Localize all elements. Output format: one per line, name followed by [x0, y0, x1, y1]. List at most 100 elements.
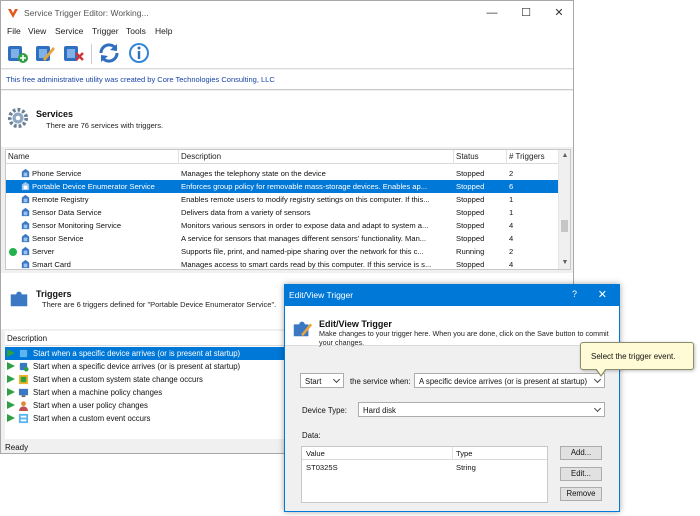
dialog-header: Edit/View Trigger Make changes to your t…	[285, 306, 619, 346]
service-row[interactable]: Sensor Service A service for sensors tha…	[6, 232, 558, 245]
trigger-data-table: Value Type ST0325S String	[301, 446, 548, 503]
column-trigger-description[interactable]: Description	[7, 334, 47, 343]
add-button[interactable]: Add...	[560, 446, 602, 460]
services-scrollbar[interactable]: ▲ ▼	[558, 150, 570, 269]
service-trigger-count: 4	[509, 259, 514, 269]
service-trigger-count: 4	[509, 233, 514, 243]
dialog-close-button[interactable]: ✕	[598, 288, 607, 301]
trigger-description: Start when a custom event occurs	[33, 413, 151, 423]
trigger-row[interactable]: Start when a custom event occurs	[5, 412, 285, 425]
start-trigger-icon	[7, 375, 15, 383]
trigger-row-selected[interactable]: Start when a specific device arrives (or…	[5, 347, 285, 360]
trigger-row[interactable]: Start when a custom system state change …	[5, 373, 285, 386]
edit-trigger-icon[interactable]	[33, 41, 57, 65]
menu-bar: File View Service Trigger Tools Help	[1, 25, 573, 39]
menu-help[interactable]: Help	[155, 26, 172, 36]
service-description: Delivers data from a variety of sensors	[181, 207, 311, 217]
refresh-icon[interactable]	[97, 41, 121, 65]
help-button[interactable]: ?	[572, 289, 577, 299]
scroll-up-icon[interactable]: ▲	[561, 152, 569, 160]
service-name: Sensor Service	[32, 233, 84, 243]
dialog-heading: Edit/View Trigger	[319, 319, 392, 329]
service-trigger-count: 1	[509, 207, 514, 217]
service-description: Manages the telephony state on the devic…	[181, 168, 326, 178]
title-bar: Service Trigger Editor: Working... — ☐ ✕	[1, 1, 573, 25]
data-value-cell[interactable]: ST0325S	[306, 463, 338, 472]
system-state-icon	[18, 374, 29, 385]
device-trigger-icon	[19, 349, 28, 358]
menu-file[interactable]: File	[7, 26, 21, 36]
service-trigger-count: 2	[509, 246, 514, 256]
close-button[interactable]: ✕	[546, 4, 572, 22]
remove-button[interactable]: Remove	[560, 487, 602, 501]
maximize-button[interactable]: ☐	[513, 4, 539, 22]
trigger-event-value: A specific device arrives (or is present…	[419, 376, 588, 386]
delete-trigger-icon[interactable]	[61, 41, 85, 65]
service-name: Sensor Monitoring Service	[32, 220, 122, 230]
service-trigger-count: 4	[509, 220, 514, 230]
scroll-down-icon[interactable]: ▼	[561, 259, 569, 267]
service-icon	[21, 220, 30, 230]
column-status[interactable]: Status	[456, 152, 479, 161]
info-bar: This free administrative utility was cre…	[1, 70, 573, 90]
column-description[interactable]: Description	[181, 152, 221, 161]
service-row-selected[interactable]: Portable Device Enumerator Service Enfor…	[6, 180, 558, 193]
service-name: Sensor Data Service	[32, 207, 102, 217]
trigger-row[interactable]: Start when a machine policy changes	[5, 386, 285, 399]
service-status: Stopped	[456, 233, 485, 243]
gear-icon	[7, 107, 29, 129]
running-indicator-icon	[9, 248, 17, 256]
minimize-button[interactable]: —	[479, 4, 505, 22]
column-name[interactable]: Name	[8, 152, 29, 161]
service-row[interactable]: Server Supports file, print, and named-p…	[6, 245, 558, 258]
menu-trigger[interactable]: Trigger	[92, 26, 119, 36]
dialog-description: Make changes to your trigger here. When …	[319, 329, 609, 347]
service-name: Server	[32, 246, 55, 256]
menu-tools[interactable]: Tools	[126, 26, 146, 36]
service-row[interactable]: Sensor Monitoring Service Monitors vario…	[6, 219, 558, 232]
device-type-select[interactable]: Hard disk	[358, 402, 605, 417]
service-description: Enforces group policy for removable mass…	[181, 181, 428, 191]
service-row[interactable]: Smart Card Manages access to smart cards…	[6, 258, 558, 269]
service-icon	[21, 207, 30, 217]
column-value[interactable]: Value	[306, 449, 325, 458]
toolbar-separator	[91, 44, 92, 64]
data-type-cell[interactable]: String	[456, 463, 476, 472]
device-type-value: Hard disk	[363, 405, 396, 415]
services-header: Services There are 76 services with trig…	[1, 91, 573, 147]
menu-service[interactable]: Service	[55, 26, 83, 36]
service-row[interactable]: Remote Registry Enables remote users to …	[6, 193, 558, 206]
trigger-description: Start when a machine policy changes	[33, 387, 163, 397]
device-trigger-icon	[19, 362, 29, 372]
add-trigger-icon[interactable]	[5, 41, 29, 65]
app-logo-icon	[8, 9, 18, 18]
info-icon[interactable]	[127, 41, 151, 65]
triggers-count: There are 6 triggers defined for "Portab…	[42, 300, 277, 309]
triggers-heading: Triggers	[36, 289, 72, 299]
column-type[interactable]: Type	[456, 449, 472, 458]
trigger-row[interactable]: Start when a specific device arrives (or…	[5, 360, 285, 373]
services-heading: Services	[36, 109, 74, 119]
service-name: Smart Card	[32, 259, 71, 269]
service-icon	[21, 181, 30, 191]
service-icon	[21, 233, 30, 243]
trigger-description: Start when a specific device arrives (or…	[33, 348, 241, 358]
action-select[interactable]: Start	[300, 373, 344, 388]
service-status: Stopped	[456, 259, 485, 269]
edit-button[interactable]: Edit...	[560, 467, 602, 481]
service-row[interactable]: Phone Service Manages the telephony stat…	[6, 167, 558, 180]
scroll-thumb[interactable]	[561, 220, 568, 232]
service-row[interactable]: Sensor Data Service Delivers data from a…	[6, 206, 558, 219]
action-select-value: Start	[305, 376, 322, 386]
trigger-event-select[interactable]: A specific device arrives (or is present…	[414, 373, 605, 388]
service-description: Monitors various sensors in order to exp…	[181, 220, 429, 230]
menu-view[interactable]: View	[28, 26, 46, 36]
service-trigger-count: 6	[509, 181, 514, 191]
credit-text: This free administrative utility was cre…	[6, 75, 275, 84]
service-status: Running	[456, 246, 485, 256]
trigger-row[interactable]: Start when a user policy changes	[5, 399, 285, 412]
edit-trigger-dialog: Edit/View Trigger ? ✕ Edit/View Trigger …	[284, 284, 620, 512]
data-table-header	[302, 447, 547, 460]
edit-trigger-icon	[293, 321, 313, 337]
column-trigger-count[interactable]: # Triggers	[509, 152, 545, 161]
